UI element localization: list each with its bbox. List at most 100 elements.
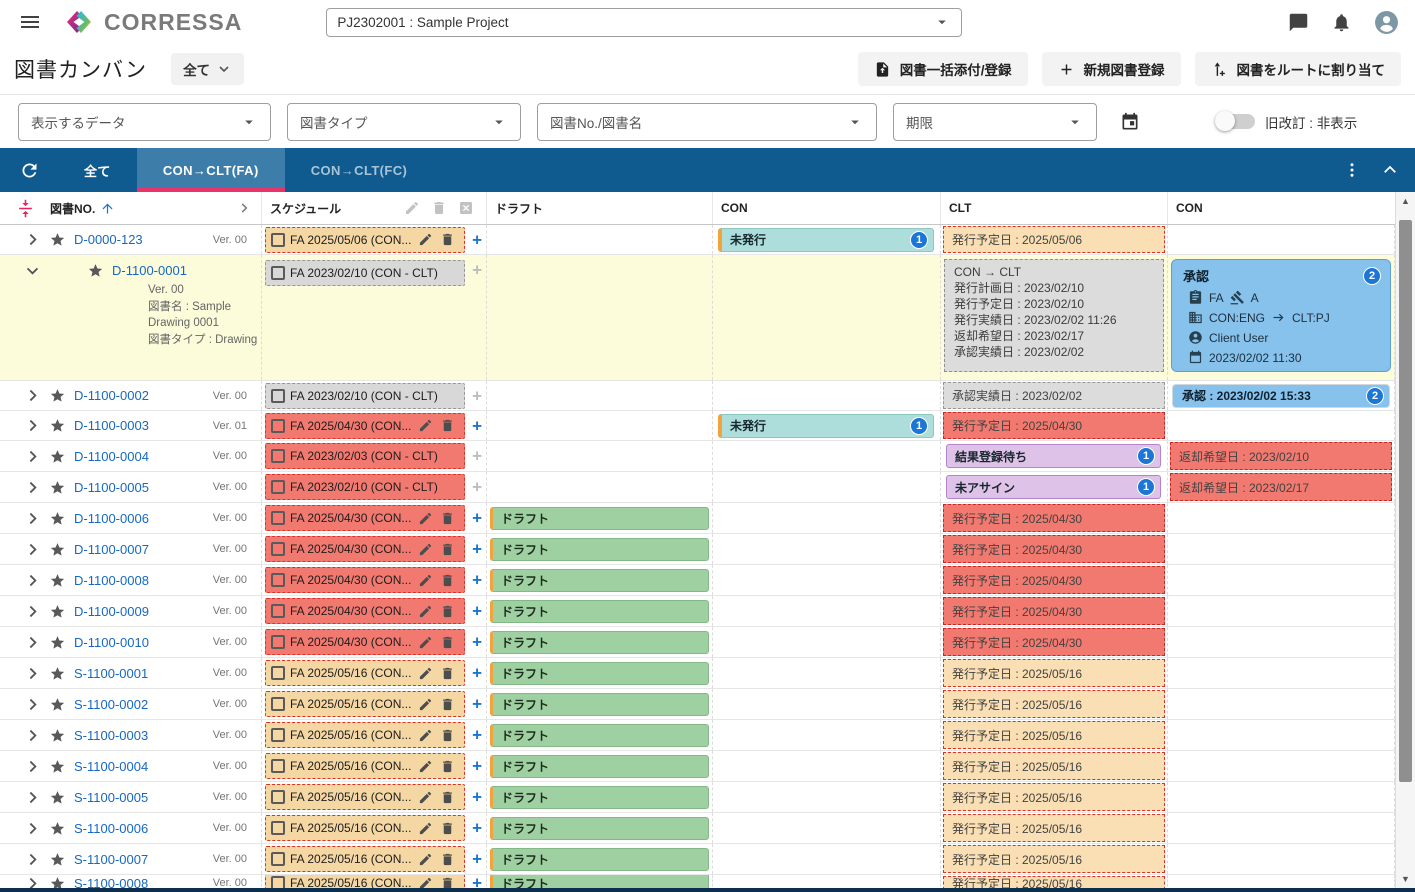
add-schedule-button[interactable]: + bbox=[472, 634, 482, 651]
doc-number-link[interactable]: D-1100-0009 bbox=[74, 604, 149, 619]
expand-row-icon[interactable] bbox=[24, 665, 41, 682]
date-cell[interactable]: 発行予定日 : 2025/04/30 bbox=[943, 566, 1165, 594]
checkbox[interactable] bbox=[271, 449, 285, 463]
schedule-card[interactable]: FA 2025/04/30 (CON... bbox=[265, 536, 465, 562]
expand-row-icon[interactable] bbox=[24, 789, 41, 806]
status-card[interactable]: 未発行1 bbox=[718, 228, 934, 252]
schedule-card[interactable]: FA 2025/05/16 (CON... bbox=[265, 691, 465, 717]
doc-number-link[interactable]: S-1100-0007 bbox=[74, 852, 148, 867]
trash-icon[interactable] bbox=[440, 697, 455, 712]
trash-icon[interactable] bbox=[440, 604, 455, 619]
tab-all[interactable]: 全て bbox=[58, 148, 137, 192]
date-cell[interactable]: 発行予定日 : 2025/04/30 bbox=[943, 628, 1165, 656]
expand-row-icon[interactable] bbox=[24, 696, 41, 713]
favorite-star-icon[interactable] bbox=[49, 727, 66, 744]
old-revision-toggle[interactable] bbox=[1217, 114, 1255, 129]
checkbox[interactable] bbox=[271, 635, 285, 649]
draft-card[interactable]: ドラフト bbox=[490, 631, 709, 654]
refresh-button[interactable] bbox=[0, 148, 58, 192]
favorite-star-icon[interactable] bbox=[49, 851, 66, 868]
add-schedule-button[interactable]: + bbox=[472, 510, 482, 527]
favorite-star-icon[interactable] bbox=[49, 479, 66, 496]
checkbox[interactable] bbox=[271, 419, 285, 433]
draft-card[interactable]: ドラフト bbox=[490, 724, 709, 747]
hamburger-menu-icon[interactable] bbox=[18, 10, 42, 34]
column-header-doc-no[interactable]: 図書NO. bbox=[0, 192, 262, 224]
draft-card[interactable]: ドラフト bbox=[490, 600, 709, 623]
checkbox[interactable] bbox=[271, 389, 285, 403]
expand-row-icon[interactable] bbox=[24, 758, 41, 775]
add-schedule-button[interactable]: + bbox=[472, 231, 482, 248]
pencil-icon[interactable] bbox=[418, 418, 433, 433]
trash-icon[interactable] bbox=[440, 821, 455, 836]
vertical-scrollbar[interactable]: ▲ ▼ bbox=[1395, 192, 1415, 892]
schedule-card[interactable]: FA 2025/04/30 (CON... bbox=[265, 567, 465, 593]
pencil-icon[interactable] bbox=[418, 790, 433, 805]
schedule-card[interactable]: FA 2025/04/30 (CON... bbox=[265, 629, 465, 655]
collapse-row-icon[interactable] bbox=[24, 262, 41, 279]
schedule-card[interactable]: FA 2025/04/30 (CON... bbox=[265, 505, 465, 531]
date-cell[interactable]: 発行予定日 : 2025/05/16 bbox=[943, 721, 1165, 749]
add-schedule-button[interactable]: + bbox=[472, 387, 482, 404]
draft-card[interactable]: ドラフト bbox=[490, 569, 709, 592]
favorite-star-icon[interactable] bbox=[49, 417, 66, 434]
add-schedule-button[interactable]: + bbox=[472, 758, 482, 775]
doc-number-link[interactable]: D-0000-123 bbox=[74, 232, 143, 247]
scroll-up-arrow-icon[interactable]: ▲ bbox=[1396, 192, 1415, 210]
pencil-icon[interactable] bbox=[418, 666, 433, 681]
scrollbar-thumb[interactable] bbox=[1399, 220, 1412, 782]
scope-filter-button[interactable]: 全て bbox=[171, 53, 244, 85]
schedule-card[interactable]: FA 2025/05/16 (CON... bbox=[265, 815, 465, 841]
add-schedule-button[interactable]: + bbox=[472, 727, 482, 744]
chat-icon[interactable] bbox=[1288, 12, 1309, 33]
draft-card[interactable]: ドラフト bbox=[490, 786, 709, 809]
add-schedule-button[interactable]: + bbox=[472, 665, 482, 682]
checkbox[interactable] bbox=[271, 604, 285, 618]
trash-icon[interactable] bbox=[440, 511, 455, 526]
scroll-down-arrow-icon[interactable]: ▼ bbox=[1396, 870, 1415, 888]
trash-icon[interactable] bbox=[440, 635, 455, 650]
doc-number-link[interactable]: D-1100-0010 bbox=[74, 635, 149, 650]
expand-row-icon[interactable] bbox=[24, 572, 41, 589]
favorite-star-icon[interactable] bbox=[87, 262, 104, 279]
schedule-card[interactable]: FA 2025/05/16 (CON... bbox=[265, 660, 465, 686]
schedule-card[interactable]: FA 2025/05/16 (CON... bbox=[265, 784, 465, 810]
draft-card[interactable]: ドラフト bbox=[490, 538, 709, 561]
expand-row-icon[interactable] bbox=[24, 820, 41, 837]
pencil-icon[interactable] bbox=[418, 604, 433, 619]
expand-row-icon[interactable] bbox=[24, 479, 41, 496]
approved-bar[interactable]: 承認 : 2023/02/02 15:332 bbox=[1172, 384, 1390, 408]
edit-pencil-icon[interactable] bbox=[404, 200, 420, 216]
bulk-attach-register-button[interactable]: 図書一括添付/登録 bbox=[858, 52, 1028, 86]
schedule-card[interactable]: FA 2023/02/10 (CON - CLT) bbox=[265, 383, 465, 409]
date-cell[interactable]: 発行予定日 : 2025/05/16 bbox=[943, 845, 1165, 873]
favorite-star-icon[interactable] bbox=[49, 231, 66, 248]
doc-type-select[interactable]: 図書タイプ bbox=[287, 103, 521, 141]
expand-row-icon[interactable] bbox=[24, 231, 41, 248]
schedule-card[interactable]: FA 2025/05/16 (CON... bbox=[265, 722, 465, 748]
trash-icon[interactable] bbox=[440, 542, 455, 557]
schedule-card[interactable]: FA 2023/02/10 (CON - CLT) bbox=[265, 474, 465, 500]
add-schedule-button[interactable]: + bbox=[472, 479, 482, 496]
favorite-star-icon[interactable] bbox=[49, 758, 66, 775]
add-schedule-button[interactable]: + bbox=[472, 572, 482, 589]
expand-row-icon[interactable] bbox=[24, 510, 41, 527]
new-document-button[interactable]: 新規図書登録 bbox=[1042, 52, 1181, 86]
doc-no-name-input[interactable]: 図書No./図書名 bbox=[537, 103, 877, 141]
doc-number-link[interactable]: D-1100-0006 bbox=[74, 511, 149, 526]
pencil-icon[interactable] bbox=[418, 511, 433, 526]
doc-number-link[interactable]: D-1100-0003 bbox=[74, 418, 149, 433]
favorite-star-icon[interactable] bbox=[49, 448, 66, 465]
checkbox[interactable] bbox=[271, 480, 285, 494]
doc-number-link[interactable]: S-1100-0006 bbox=[74, 821, 148, 836]
doc-number-link[interactable]: D-1100-0002 bbox=[74, 388, 149, 403]
date-cell[interactable]: 発行予定日 : 2025/05/16 bbox=[943, 814, 1165, 842]
pencil-icon[interactable] bbox=[418, 821, 433, 836]
project-selector[interactable]: PJ2302001 : Sample Project bbox=[326, 8, 962, 37]
draft-card[interactable]: ドラフト bbox=[490, 817, 709, 840]
checkbox[interactable] bbox=[271, 728, 285, 742]
expand-row-icon[interactable] bbox=[24, 417, 41, 434]
checkbox[interactable] bbox=[271, 266, 285, 280]
favorite-star-icon[interactable] bbox=[49, 634, 66, 651]
date-cell[interactable]: 発行予定日 : 2025/05/16 bbox=[943, 690, 1165, 718]
